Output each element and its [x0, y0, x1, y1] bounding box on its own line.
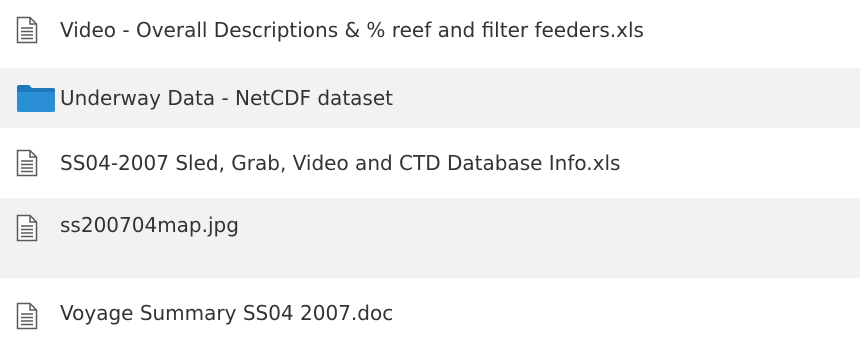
- list-item-voyage-summary-doc[interactable]: Voyage Summary SS04 2007.doc: [0, 286, 860, 337]
- list-item-ss04-database-info-xls[interactable]: SS04-2007 Sled, Grab, Video and CTD Data…: [0, 136, 860, 190]
- folder-icon: [16, 82, 60, 114]
- document-icon: [16, 212, 60, 244]
- list-item-ss200704map-jpg[interactable]: ss200704map.jpg: [0, 198, 860, 278]
- file-name[interactable]: ss200704map.jpg: [60, 212, 239, 238]
- document-icon: [16, 300, 60, 332]
- document-icon: [16, 14, 60, 46]
- file-name[interactable]: Underway Data - NetCDF dataset: [60, 85, 393, 111]
- list-item-video-descriptions-xls[interactable]: Video - Overall Descriptions & % reef an…: [0, 0, 860, 60]
- list-item-underway-data-folder[interactable]: Underway Data - NetCDF dataset: [0, 68, 860, 128]
- document-icon: [16, 147, 60, 179]
- file-name[interactable]: SS04-2007 Sled, Grab, Video and CTD Data…: [60, 150, 620, 176]
- file-name[interactable]: Video - Overall Descriptions & % reef an…: [60, 17, 644, 43]
- file-list: Video - Overall Descriptions & % reef an…: [0, 0, 860, 337]
- file-name[interactable]: Voyage Summary SS04 2007.doc: [60, 300, 393, 326]
